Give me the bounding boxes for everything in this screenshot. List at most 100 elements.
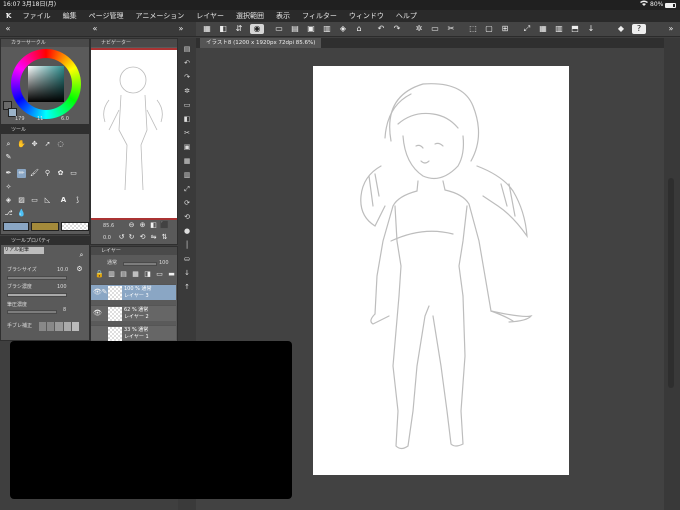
reference-layer-icon[interactable]: ▥ (107, 270, 116, 279)
stabilization-steps[interactable] (39, 322, 80, 331)
layer-row[interactable]: 👁 ✎ 100 % 通常 レイヤー 3 (91, 284, 176, 300)
open-file-icon[interactable]: ▤ (290, 24, 300, 34)
grid-icon[interactable]: ▦ (538, 24, 548, 34)
tab-tool-property[interactable]: ツールプロパティ (1, 237, 89, 245)
clip-layer-icon[interactable]: ▤ (119, 270, 128, 279)
actual-size-icon[interactable]: ⬛ (160, 221, 169, 230)
layer-row[interactable]: 33 % 通常 レイヤー 1 (91, 325, 176, 341)
tab-color-circle[interactable]: カラーサークル (1, 39, 89, 47)
balloon-tool-icon[interactable]: ⟆ (73, 196, 82, 205)
layer-merge-icon[interactable]: ▭ (155, 270, 164, 279)
rotate-icon[interactable]: ⟳ (182, 198, 192, 208)
rotate-left-icon[interactable]: ↺ (117, 233, 126, 242)
flip-horizontal-icon[interactable]: ⇋ (149, 233, 158, 242)
zoom-tool-icon[interactable]: ⌕ (4, 140, 13, 149)
layout-icon[interactable]: ▥ (182, 170, 192, 180)
clip-studio-icon[interactable]: Ꝁ (0, 10, 17, 22)
layer-delete-icon[interactable]: ▬ (167, 270, 176, 279)
brush-tool-icon[interactable]: 🖌 (30, 169, 39, 178)
pressure-slider[interactable] (7, 310, 57, 314)
blend-mode[interactable]: 通常 (107, 260, 117, 267)
color-wheel[interactable] (11, 49, 81, 119)
select-icon[interactable]: ⬚ (468, 24, 478, 34)
command-icon[interactable]: ▤ (182, 44, 192, 54)
layer-row[interactable]: 👁 62 % 通常 レイヤー 2 (91, 305, 176, 321)
menu-help[interactable]: ヘルプ (390, 10, 423, 22)
arrow-down-icon[interactable]: ↓ (586, 24, 596, 34)
grid-menu-icon[interactable]: ▦ (202, 24, 212, 34)
menu-selection[interactable]: 選択範囲 (230, 10, 270, 22)
lasso-tool-icon[interactable]: ◌ (56, 140, 65, 149)
collapse-middle-icon[interactable]: « (90, 24, 100, 34)
menu-page[interactable]: ページ管理 (83, 10, 130, 22)
grid-icon[interactable]: ▦ (182, 156, 192, 166)
menu-edit[interactable]: 編集 (57, 10, 83, 22)
tab-tool[interactable]: ツール (1, 126, 89, 134)
flip-vertical-icon[interactable]: ⇅ (160, 233, 169, 242)
gradient-tool-icon[interactable]: ▨ (17, 196, 26, 205)
decoration-tool-icon[interactable]: ✿ (56, 169, 65, 178)
help-icon[interactable]: ◆ (616, 24, 626, 34)
search-icon[interactable]: ⌕ (77, 251, 86, 260)
invert-selection-icon[interactable]: ⊞ (500, 24, 510, 34)
menu-window[interactable]: ウィンドウ (343, 10, 390, 22)
arrow-up-icon[interactable]: ↑ (182, 282, 192, 292)
menu-view[interactable]: 表示 (270, 10, 296, 22)
navigator-preview[interactable] (91, 48, 177, 220)
saturation-value-square[interactable] (28, 66, 64, 102)
fill-icon[interactable]: ⛀ (182, 254, 192, 264)
transform-icon[interactable]: ⤢ (182, 184, 192, 194)
zoom-in-icon[interactable]: ⊕ (138, 221, 147, 230)
paste-icon[interactable]: ▣ (182, 142, 192, 152)
clear-icon[interactable]: ▭ (430, 24, 440, 34)
blend-tool-icon[interactable]: ✧ (4, 183, 13, 192)
layout-icon[interactable]: ◧ (218, 24, 228, 34)
hand-tool-icon[interactable]: ✋ (17, 140, 26, 149)
expand-icon[interactable]: » (666, 24, 676, 34)
eye-icon[interactable]: ◉ (250, 24, 264, 34)
document-tab[interactable]: イラスト8 (1200 x 1920px 72dpi 85.6%) (200, 38, 322, 48)
color-bar-main[interactable] (3, 222, 29, 231)
settings-icon[interactable]: ⚙ (75, 265, 84, 274)
help-question-icon[interactable]: ? (632, 24, 646, 34)
pencil-tool-icon[interactable]: ✏ (17, 169, 26, 178)
reset-rotation-icon[interactable]: ⟲ (138, 233, 147, 242)
clear-icon[interactable]: ▭ (182, 100, 192, 110)
move-tool-icon[interactable]: ✥ (30, 140, 39, 149)
transform-icon[interactable]: ⤢ (522, 24, 532, 34)
brush-size-slider[interactable] (7, 276, 67, 280)
canvas-scrollbar[interactable] (664, 38, 680, 510)
color-bar-transparent[interactable] (61, 222, 89, 231)
mask-layer-icon[interactable]: ▦ (131, 270, 140, 279)
figure-tool-icon[interactable]: ▭ (30, 196, 39, 205)
menu-filter[interactable]: フィルター (296, 10, 343, 22)
tab-layer[interactable]: レイヤー (91, 247, 177, 255)
deselect-icon[interactable]: ▢ (484, 24, 494, 34)
collapse-left-icon[interactable]: « (3, 24, 13, 34)
loading-icon[interactable]: ✲ (182, 86, 192, 96)
scrollbar-thumb[interactable] (668, 178, 674, 388)
fit-icon[interactable]: ◧ (149, 221, 158, 230)
menu-animation[interactable]: アニメーション (129, 10, 190, 22)
line-icon[interactable]: │ (182, 240, 192, 250)
zoom-out-icon[interactable]: ⊖ (127, 221, 136, 230)
fill-icon[interactable]: ⌂ (354, 24, 364, 34)
cut-icon[interactable]: ✂ (182, 128, 192, 138)
ruler-icon[interactable]: ▥ (554, 24, 564, 34)
tab-navigator[interactable]: ナビゲーター (91, 39, 177, 47)
arrow-down-icon[interactable]: ↓ (182, 268, 192, 278)
eye-icon[interactable]: 👁 (93, 309, 102, 318)
opacity-slider[interactable] (123, 262, 157, 266)
circle-icon[interactable]: ● (182, 226, 192, 236)
menu-file[interactable]: ファイル (17, 10, 57, 22)
operation-tool-icon[interactable]: ➚ (43, 140, 52, 149)
brush-density-slider[interactable] (7, 293, 67, 297)
ruler-tool-icon[interactable]: ◺ (43, 196, 52, 205)
new-file-icon[interactable]: ▭ (274, 24, 284, 34)
layer-color-icon[interactable]: ◨ (143, 270, 152, 279)
eyedropper-tool-icon[interactable]: ✎ (4, 153, 13, 162)
text-tool-icon[interactable]: A (59, 196, 68, 205)
cut-icon[interactable]: ✂ (446, 24, 456, 34)
copy-icon[interactable]: ◧ (182, 114, 192, 124)
rotate-right-icon[interactable]: ↻ (127, 233, 136, 242)
